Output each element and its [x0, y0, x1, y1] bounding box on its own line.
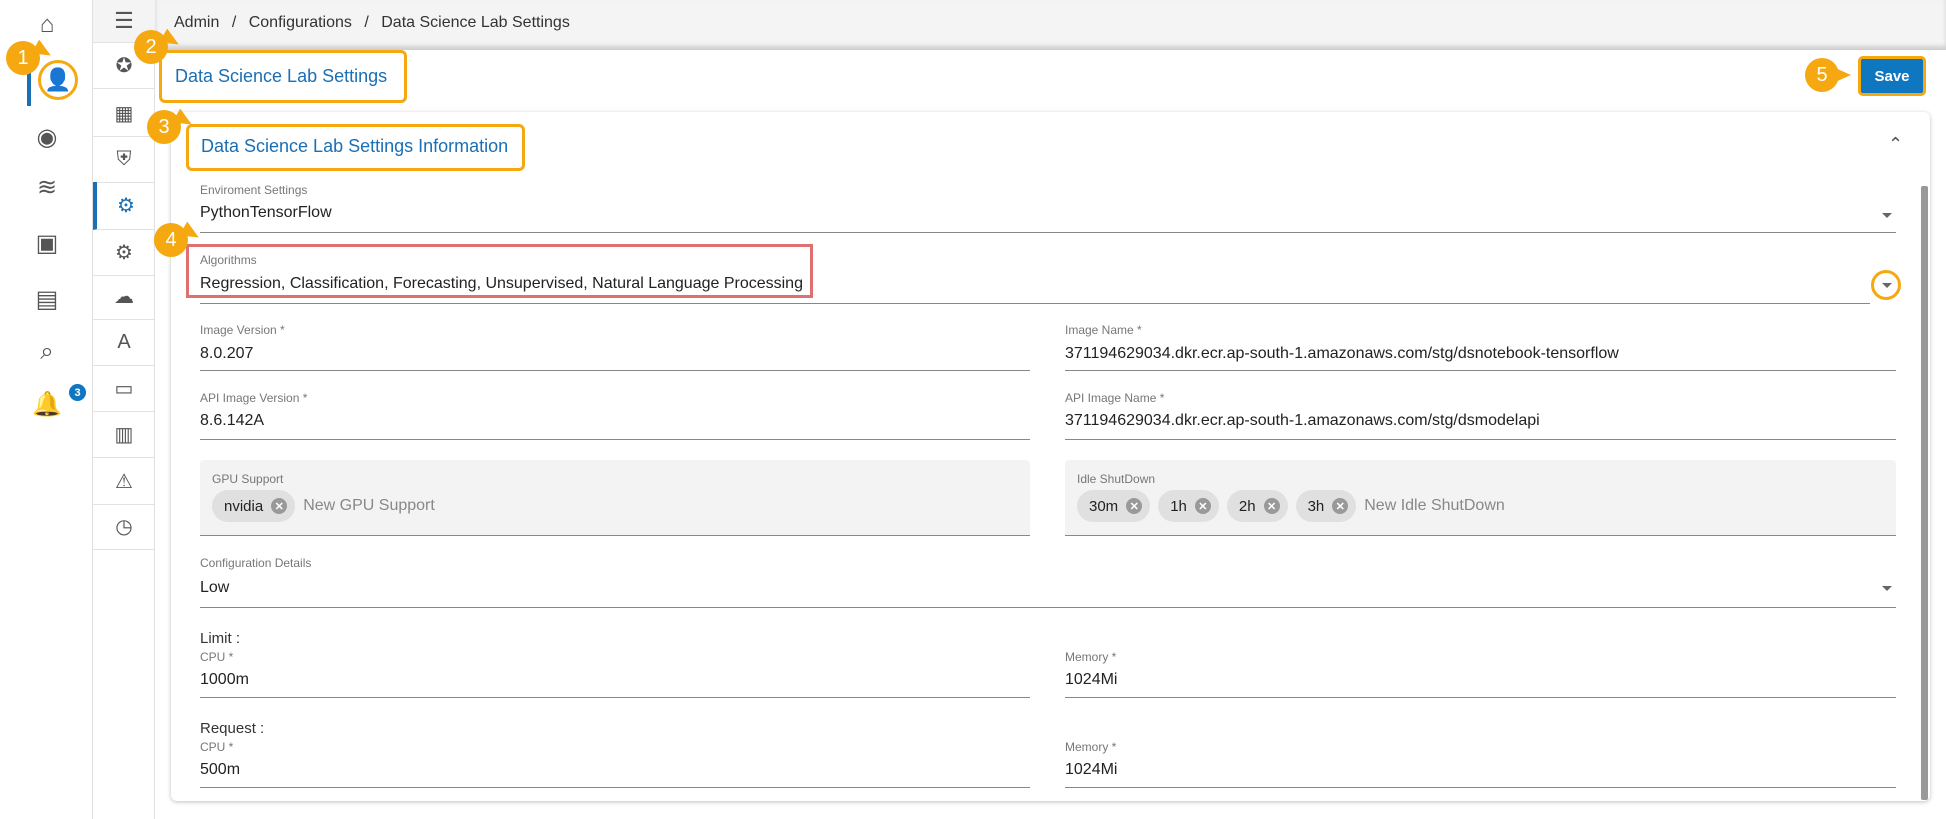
callout-badge-3: 3	[147, 110, 181, 144]
divider	[200, 232, 1896, 233]
breadcrumb: Admin / Configurations / Data Science La…	[174, 14, 570, 32]
globe-cloud-icon[interactable]: ☁	[93, 274, 155, 320]
divider	[200, 697, 1030, 698]
breadcrumb-separator: /	[364, 14, 369, 31]
image-name-input[interactable]: 371194629034.dkr.ecr.ap-south-1.amazonaw…	[1065, 345, 1619, 363]
limit-cpu-input[interactable]: 1000m	[200, 671, 249, 689]
callout-badge-1: 1	[6, 41, 40, 75]
notification-badge: 3	[69, 384, 86, 401]
dropdown-arrow-icon[interactable]	[1882, 213, 1892, 218]
algorithms-select[interactable]: Regression, Classification, Forecasting,…	[200, 275, 803, 293]
primary-sidebar: ⌂ 👤 ◉ ≋ ▣ ▤ ⌕ 🔔 3	[0, 0, 92, 819]
request-memory-input[interactable]: 1024Mi	[1065, 761, 1117, 779]
chip-label: 30m	[1089, 497, 1119, 515]
api-image-name-label: API Image Name *	[1065, 391, 1165, 405]
chevron-up-icon[interactable]: ⌃	[1888, 134, 1903, 155]
callout-badge-2: 2	[134, 30, 168, 64]
request-cpu-label: CPU *	[200, 740, 234, 754]
chip-label: 1h	[1170, 497, 1187, 515]
remove-chip-icon[interactable]: ✕	[1332, 498, 1349, 514]
remove-chip-icon[interactable]: ✕	[1194, 498, 1211, 514]
gpu-support-field[interactable]: GPU Support nvidia ✕ New GPU Support	[200, 460, 1030, 536]
breadcrumb-admin[interactable]: Admin	[174, 14, 219, 31]
chip-1h: 1h ✕	[1158, 490, 1219, 522]
idle-shutdown-input[interactable]: New Idle ShutDown	[1364, 497, 1505, 515]
calendar-search-icon[interactable]: ▥	[93, 412, 155, 458]
limit-memory-input[interactable]: 1024Mi	[1065, 671, 1117, 689]
breadcrumb-separator: /	[231, 14, 237, 31]
remove-chip-icon[interactable]: ✕	[271, 498, 288, 514]
api-image-version-label: API Image Version *	[200, 391, 308, 405]
divider	[1065, 439, 1896, 440]
request-cpu-input[interactable]: 500m	[200, 761, 240, 779]
chip-2h: 2h ✕	[1226, 490, 1288, 522]
divider	[200, 607, 1896, 608]
image-name-label: Image Name *	[1065, 323, 1142, 337]
idle-shutdown-field[interactable]: Idle ShutDown 30m ✕ 1h ✕ 2h ✕ 3h ✕ New Idle …	[1065, 460, 1896, 536]
certificate-icon[interactable]: ▭	[93, 366, 155, 412]
translate-icon[interactable]: A	[93, 320, 155, 366]
chip-nvidia: nvidia ✕	[212, 490, 296, 522]
card-title: Data Science Lab Settings Information	[201, 136, 509, 156]
algorithms-label: Algorithms	[200, 253, 257, 267]
environment-select[interactable]: PythonTensorFlow	[200, 204, 332, 222]
divider	[1065, 697, 1896, 698]
api-image-name-input[interactable]: 371194629034.dkr.ecr.ap-south-1.amazonaw…	[1065, 412, 1540, 430]
remove-chip-icon[interactable]: ✕	[1126, 498, 1143, 514]
limit-memory-label: Memory *	[1065, 650, 1117, 664]
image-version-label: Image Version *	[200, 323, 285, 337]
breadcrumb-configurations[interactable]: Configurations	[249, 14, 352, 31]
home-icon[interactable]: ⌂	[32, 10, 62, 40]
gpu-support-label: GPU Support	[212, 472, 284, 486]
dropdown-arrow-icon[interactable]	[1882, 283, 1892, 288]
bell-icon[interactable]: 🔔	[32, 389, 62, 419]
dropdown-arrow-icon[interactable]	[1882, 586, 1892, 591]
idle-shutdown-label: Idle ShutDown	[1077, 472, 1156, 486]
file-settings-icon[interactable]: ⚙	[93, 230, 155, 276]
callout-badge-4: 4	[154, 223, 188, 257]
divider	[200, 439, 1030, 440]
api-image-version-input[interactable]: 8.6.142A	[200, 412, 264, 430]
request-heading: Request :	[200, 720, 265, 737]
chip-3h: 3h ✕	[1295, 490, 1357, 522]
configuration-details-select[interactable]: Low	[200, 579, 229, 597]
user-settings-icon[interactable]: 👤	[38, 60, 78, 100]
chip-label: 2h	[1238, 497, 1256, 515]
remove-chip-icon[interactable]: ✕	[1263, 498, 1280, 514]
page-title: Data Science Lab Settings	[175, 66, 388, 86]
divider	[200, 370, 1030, 371]
divider	[1065, 370, 1896, 371]
chip-label: nvidia	[224, 497, 264, 515]
user-security-icon[interactable]: ◉	[32, 122, 62, 152]
image-version-input[interactable]: 8.0.207	[200, 345, 253, 363]
scrollbar[interactable]	[1921, 186, 1928, 800]
save-button[interactable]: Save	[1858, 56, 1926, 96]
configuration-details-label: Configuration Details	[200, 556, 312, 570]
gpu-support-input[interactable]: New GPU Support	[303, 497, 435, 515]
chip-30m: 30m ✕	[1077, 490, 1151, 522]
billing-icon[interactable]: ▦	[93, 91, 155, 137]
secondary-sidebar: ☰ ✪ ▦ ⛨ ⚙ ⚙ ☁ A ▭ ▥ ⚠ ◷	[92, 0, 155, 819]
divider	[200, 303, 1870, 304]
limit-heading: Limit :	[200, 630, 241, 647]
chip-label: 3h	[1307, 497, 1325, 515]
limit-cpu-label: CPU *	[200, 650, 234, 664]
breadcrumb-current: Data Science Lab Settings	[381, 14, 570, 31]
presentation-icon[interactable]: ▣	[32, 228, 62, 258]
environment-label: Enviroment Settings	[200, 183, 308, 197]
shield-lock-icon[interactable]: ⛨	[93, 137, 155, 183]
user-clock-icon[interactable]: ◷	[93, 504, 155, 550]
divider	[1065, 787, 1896, 788]
data-search-icon[interactable]: ⌕	[32, 337, 62, 367]
data-catalog-icon[interactable]: ▤	[32, 284, 62, 314]
request-memory-label: Memory *	[1065, 740, 1117, 754]
callout-badge-5: 5	[1805, 58, 1851, 92]
divider	[200, 787, 1030, 788]
database-network-icon[interactable]: ≋	[32, 172, 62, 202]
server-warning-icon[interactable]: ⚠	[93, 459, 155, 505]
gears-icon[interactable]: ⚙	[93, 182, 155, 230]
